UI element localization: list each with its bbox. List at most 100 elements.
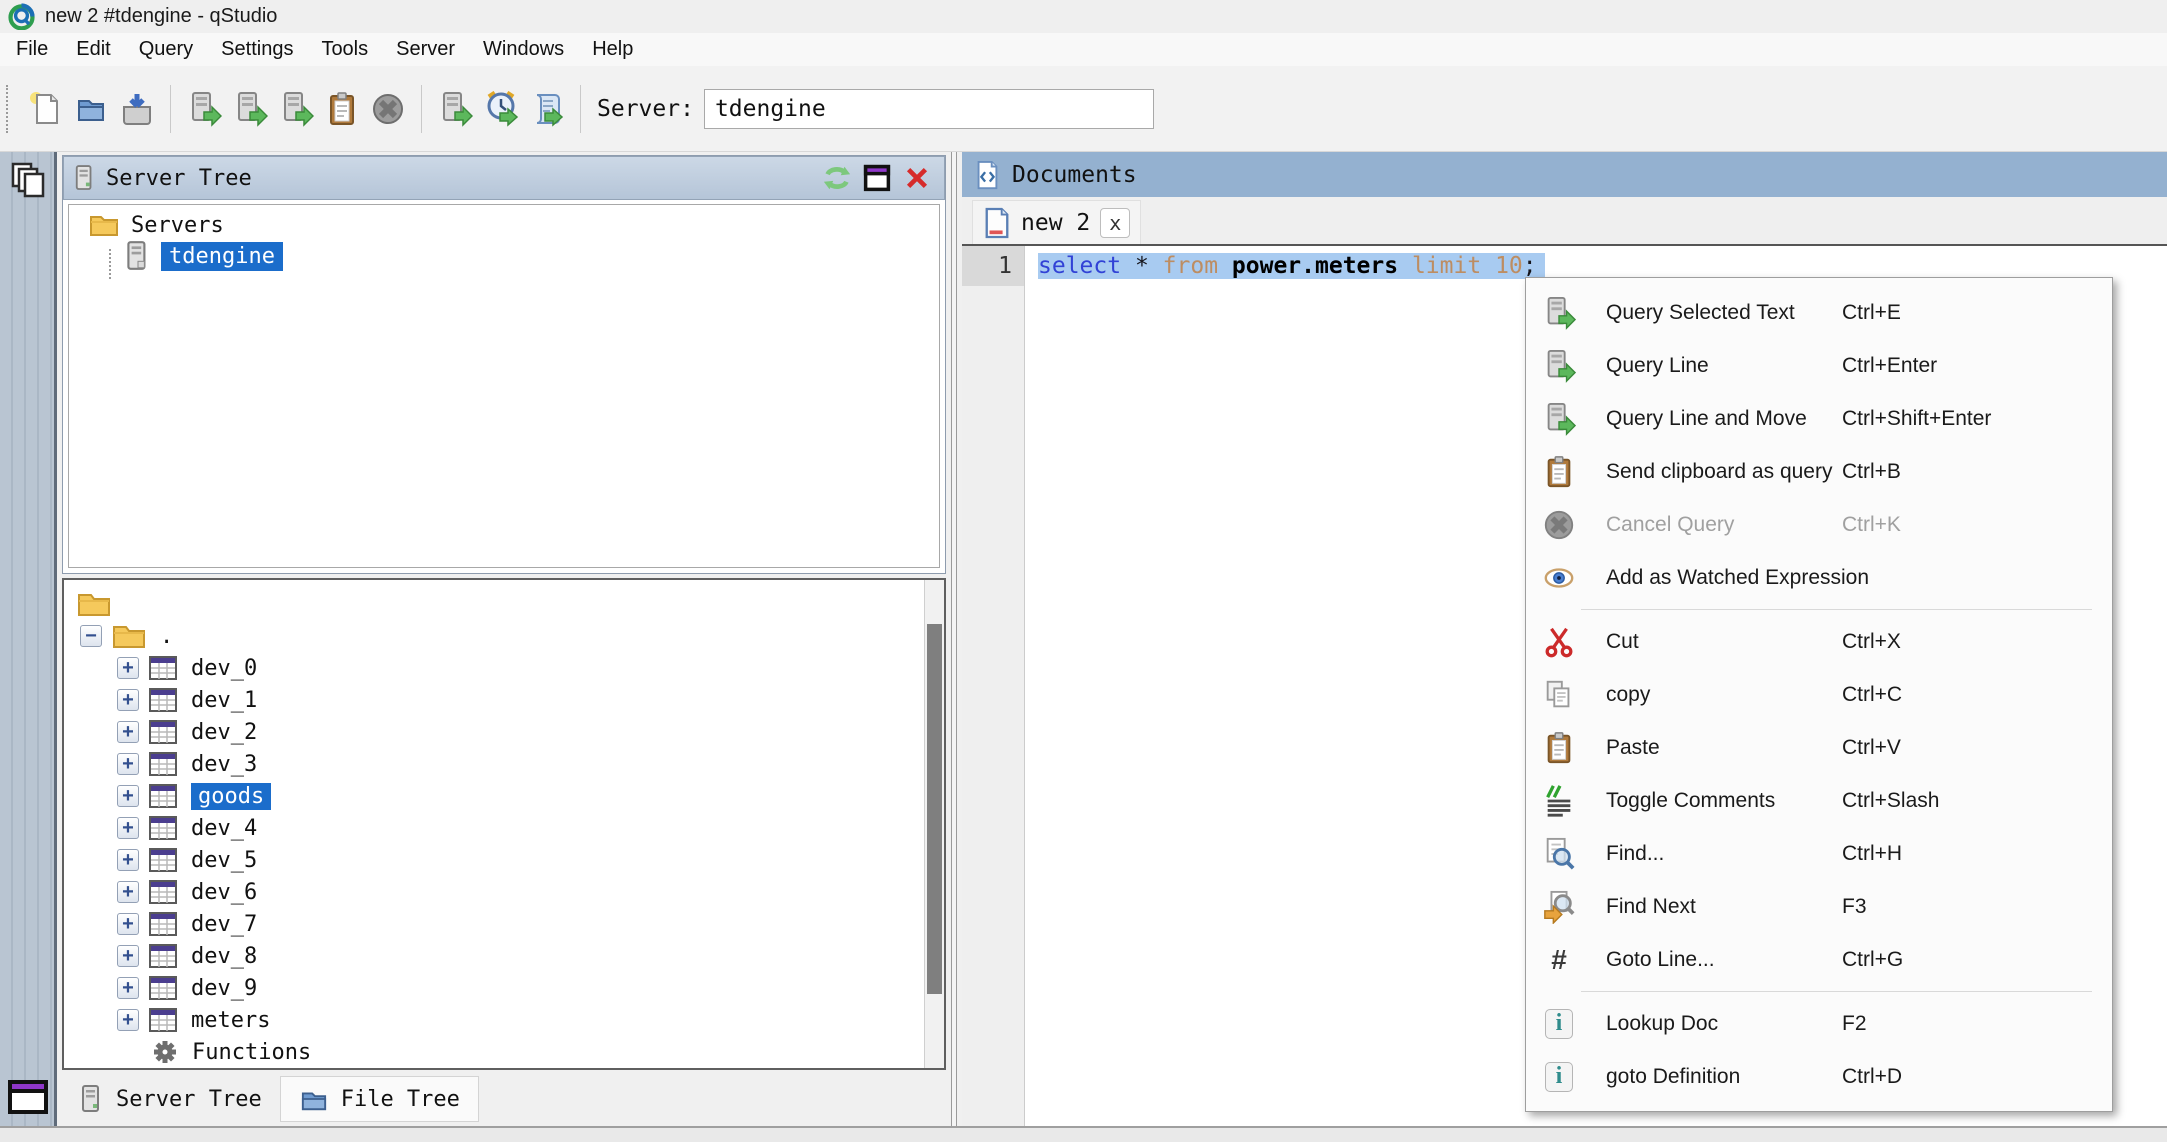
query-line-move-button[interactable] bbox=[273, 86, 319, 132]
tab-server-tree[interactable]: Server Tree bbox=[62, 1076, 280, 1122]
menu-item-goto-definition[interactable]: i goto Definition Ctrl+D bbox=[1526, 1050, 2112, 1103]
minimized-window-icon[interactable] bbox=[6, 1078, 50, 1116]
menu-item-find-next[interactable]: Find Next F3 bbox=[1526, 880, 2112, 933]
table-icon bbox=[149, 880, 177, 904]
eye-icon bbox=[1542, 561, 1576, 595]
save-button[interactable] bbox=[114, 86, 160, 132]
menu-item-send-clipboard-as-query[interactable]: Send clipboard as query Ctrl+B bbox=[1526, 445, 2112, 498]
expand-plus-icon[interactable] bbox=[117, 881, 139, 903]
tree-node-functions[interactable]: Functions bbox=[64, 1036, 922, 1068]
toolbar-drag-handle[interactable] bbox=[6, 85, 14, 133]
scheduled-query-button[interactable] bbox=[478, 86, 524, 132]
menu-item[interactable]: Tools bbox=[307, 35, 382, 64]
menu-item-query-line-and-move[interactable]: Query Line and Move Ctrl+Shift+Enter bbox=[1526, 392, 2112, 445]
menu-item-find[interactable]: Find... Ctrl+H bbox=[1526, 827, 2112, 880]
tree-row-table[interactable]: dev_5 bbox=[64, 844, 922, 876]
menu-bar: File Edit Query Settings Tools Server Wi… bbox=[0, 33, 2167, 66]
close-tab-button[interactable]: x bbox=[1100, 208, 1130, 238]
expand-plus-icon[interactable] bbox=[117, 817, 139, 839]
tree-row-table[interactable]: meters bbox=[64, 1004, 922, 1036]
menu-item[interactable]: Help bbox=[578, 35, 647, 64]
tree-node-label: . bbox=[160, 624, 173, 649]
menu-item[interactable]: Windows bbox=[469, 35, 578, 64]
query-line-button[interactable] bbox=[227, 86, 273, 132]
folder-icon bbox=[112, 622, 146, 650]
send-clipboard-query-button[interactable] bbox=[319, 86, 365, 132]
tree-root-folder[interactable] bbox=[64, 588, 922, 620]
server-icon bbox=[80, 1084, 104, 1114]
expand-plus-icon[interactable] bbox=[117, 913, 139, 935]
tree-row-table[interactable]: goods bbox=[64, 780, 922, 812]
clipboard-icon bbox=[1542, 731, 1576, 765]
tree-row-table[interactable]: dev_7 bbox=[64, 908, 922, 940]
menu-item[interactable]: File bbox=[2, 35, 62, 64]
refresh-icon[interactable] bbox=[820, 161, 854, 195]
new-file-button[interactable] bbox=[22, 86, 68, 132]
server-field-label: Server: bbox=[597, 96, 694, 122]
expand-plus-icon[interactable] bbox=[117, 785, 139, 807]
tree-row-table[interactable]: dev_2 bbox=[64, 716, 922, 748]
menu-item[interactable]: Settings bbox=[207, 35, 307, 64]
menu-item[interactable]: Server bbox=[382, 35, 469, 64]
file-icon bbox=[983, 207, 1011, 239]
expand-plus-icon[interactable] bbox=[117, 1009, 139, 1031]
collapse-minus-icon[interactable] bbox=[80, 625, 102, 647]
maximize-panel-icon[interactable] bbox=[860, 161, 894, 195]
tree-row-table[interactable]: dev_8 bbox=[64, 940, 922, 972]
tree-node-dot[interactable]: . bbox=[64, 620, 922, 652]
open-file-button[interactable] bbox=[68, 86, 114, 132]
window-title: new 2 #tdengine - qStudio bbox=[45, 5, 277, 28]
server-input[interactable] bbox=[704, 89, 1154, 129]
tree-node-servers[interactable]: Servers bbox=[69, 205, 939, 239]
menu-item-copy[interactable]: copy Ctrl+C bbox=[1526, 668, 2112, 721]
stacked-windows-icon[interactable] bbox=[9, 160, 49, 200]
menu-item-add-as-watched-expression[interactable]: Add as Watched Expression bbox=[1526, 551, 2112, 604]
query-server-button[interactable] bbox=[432, 86, 478, 132]
tree-row-table[interactable]: dev_9 bbox=[64, 972, 922, 1004]
menu-item-query-selected-text[interactable]: Query Selected Text Ctrl+E bbox=[1526, 286, 2112, 339]
expand-plus-icon[interactable] bbox=[117, 753, 139, 775]
vertical-scrollbar[interactable] bbox=[924, 580, 944, 1068]
table-rows: dev_0 dev_1 bbox=[64, 652, 922, 1036]
close-panel-icon[interactable] bbox=[900, 161, 934, 195]
title-bar: new 2 #tdengine - qStudio bbox=[0, 0, 2167, 33]
expand-plus-icon[interactable] bbox=[117, 689, 139, 711]
table-name-label: meters bbox=[191, 1008, 270, 1033]
tree-row-table[interactable]: dev_0 bbox=[64, 652, 922, 684]
menu-separator bbox=[1581, 991, 2092, 992]
table-icon bbox=[149, 784, 177, 808]
menu-item-goto-line[interactable]: # Goto Line... Ctrl+G bbox=[1526, 933, 2112, 986]
table-icon bbox=[149, 720, 177, 744]
menu-item[interactable]: Query bbox=[125, 35, 207, 64]
document-tab-new2[interactable]: new 2 x bbox=[972, 200, 1141, 244]
folder-icon bbox=[299, 1086, 329, 1112]
find-next-icon bbox=[1542, 890, 1576, 924]
hash-icon: # bbox=[1542, 943, 1576, 977]
menu-item-query-line[interactable]: Query Line Ctrl+Enter bbox=[1526, 339, 2112, 392]
server-icon bbox=[74, 164, 96, 192]
menu-item[interactable]: Edit bbox=[62, 35, 124, 64]
panel-splitter[interactable] bbox=[951, 152, 957, 1126]
menu-item-paste[interactable]: Paste Ctrl+V bbox=[1526, 721, 2112, 774]
expand-plus-icon[interactable] bbox=[117, 977, 139, 999]
tree-row-table[interactable]: dev_3 bbox=[64, 748, 922, 780]
tree-node-server-tdengine[interactable]: tdengine bbox=[69, 239, 939, 273]
expand-plus-icon[interactable] bbox=[117, 657, 139, 679]
menu-item-toggle-comments[interactable]: Toggle Comments Ctrl+Slash bbox=[1526, 774, 2112, 827]
tree-row-table[interactable]: dev_1 bbox=[64, 684, 922, 716]
table-icon bbox=[149, 1008, 177, 1032]
run-script-button[interactable] bbox=[524, 86, 570, 132]
scrollbar-thumb[interactable] bbox=[927, 624, 942, 994]
menu-item-lookup-doc[interactable]: i Lookup Doc F2 bbox=[1526, 997, 2112, 1050]
documents-icon bbox=[972, 160, 1002, 190]
menu-item-cut[interactable]: Cut Ctrl+X bbox=[1526, 615, 2112, 668]
expand-plus-icon[interactable] bbox=[117, 721, 139, 743]
query-selected-text-button[interactable] bbox=[181, 86, 227, 132]
tree-row-table[interactable]: dev_4 bbox=[64, 812, 922, 844]
expand-plus-icon[interactable] bbox=[117, 945, 139, 967]
cancel-query-button bbox=[365, 86, 411, 132]
tree-row-table[interactable]: dev_6 bbox=[64, 876, 922, 908]
tab-file-tree[interactable]: File Tree bbox=[280, 1076, 479, 1122]
expand-plus-icon[interactable] bbox=[117, 849, 139, 871]
menu-separator bbox=[1581, 609, 2092, 610]
